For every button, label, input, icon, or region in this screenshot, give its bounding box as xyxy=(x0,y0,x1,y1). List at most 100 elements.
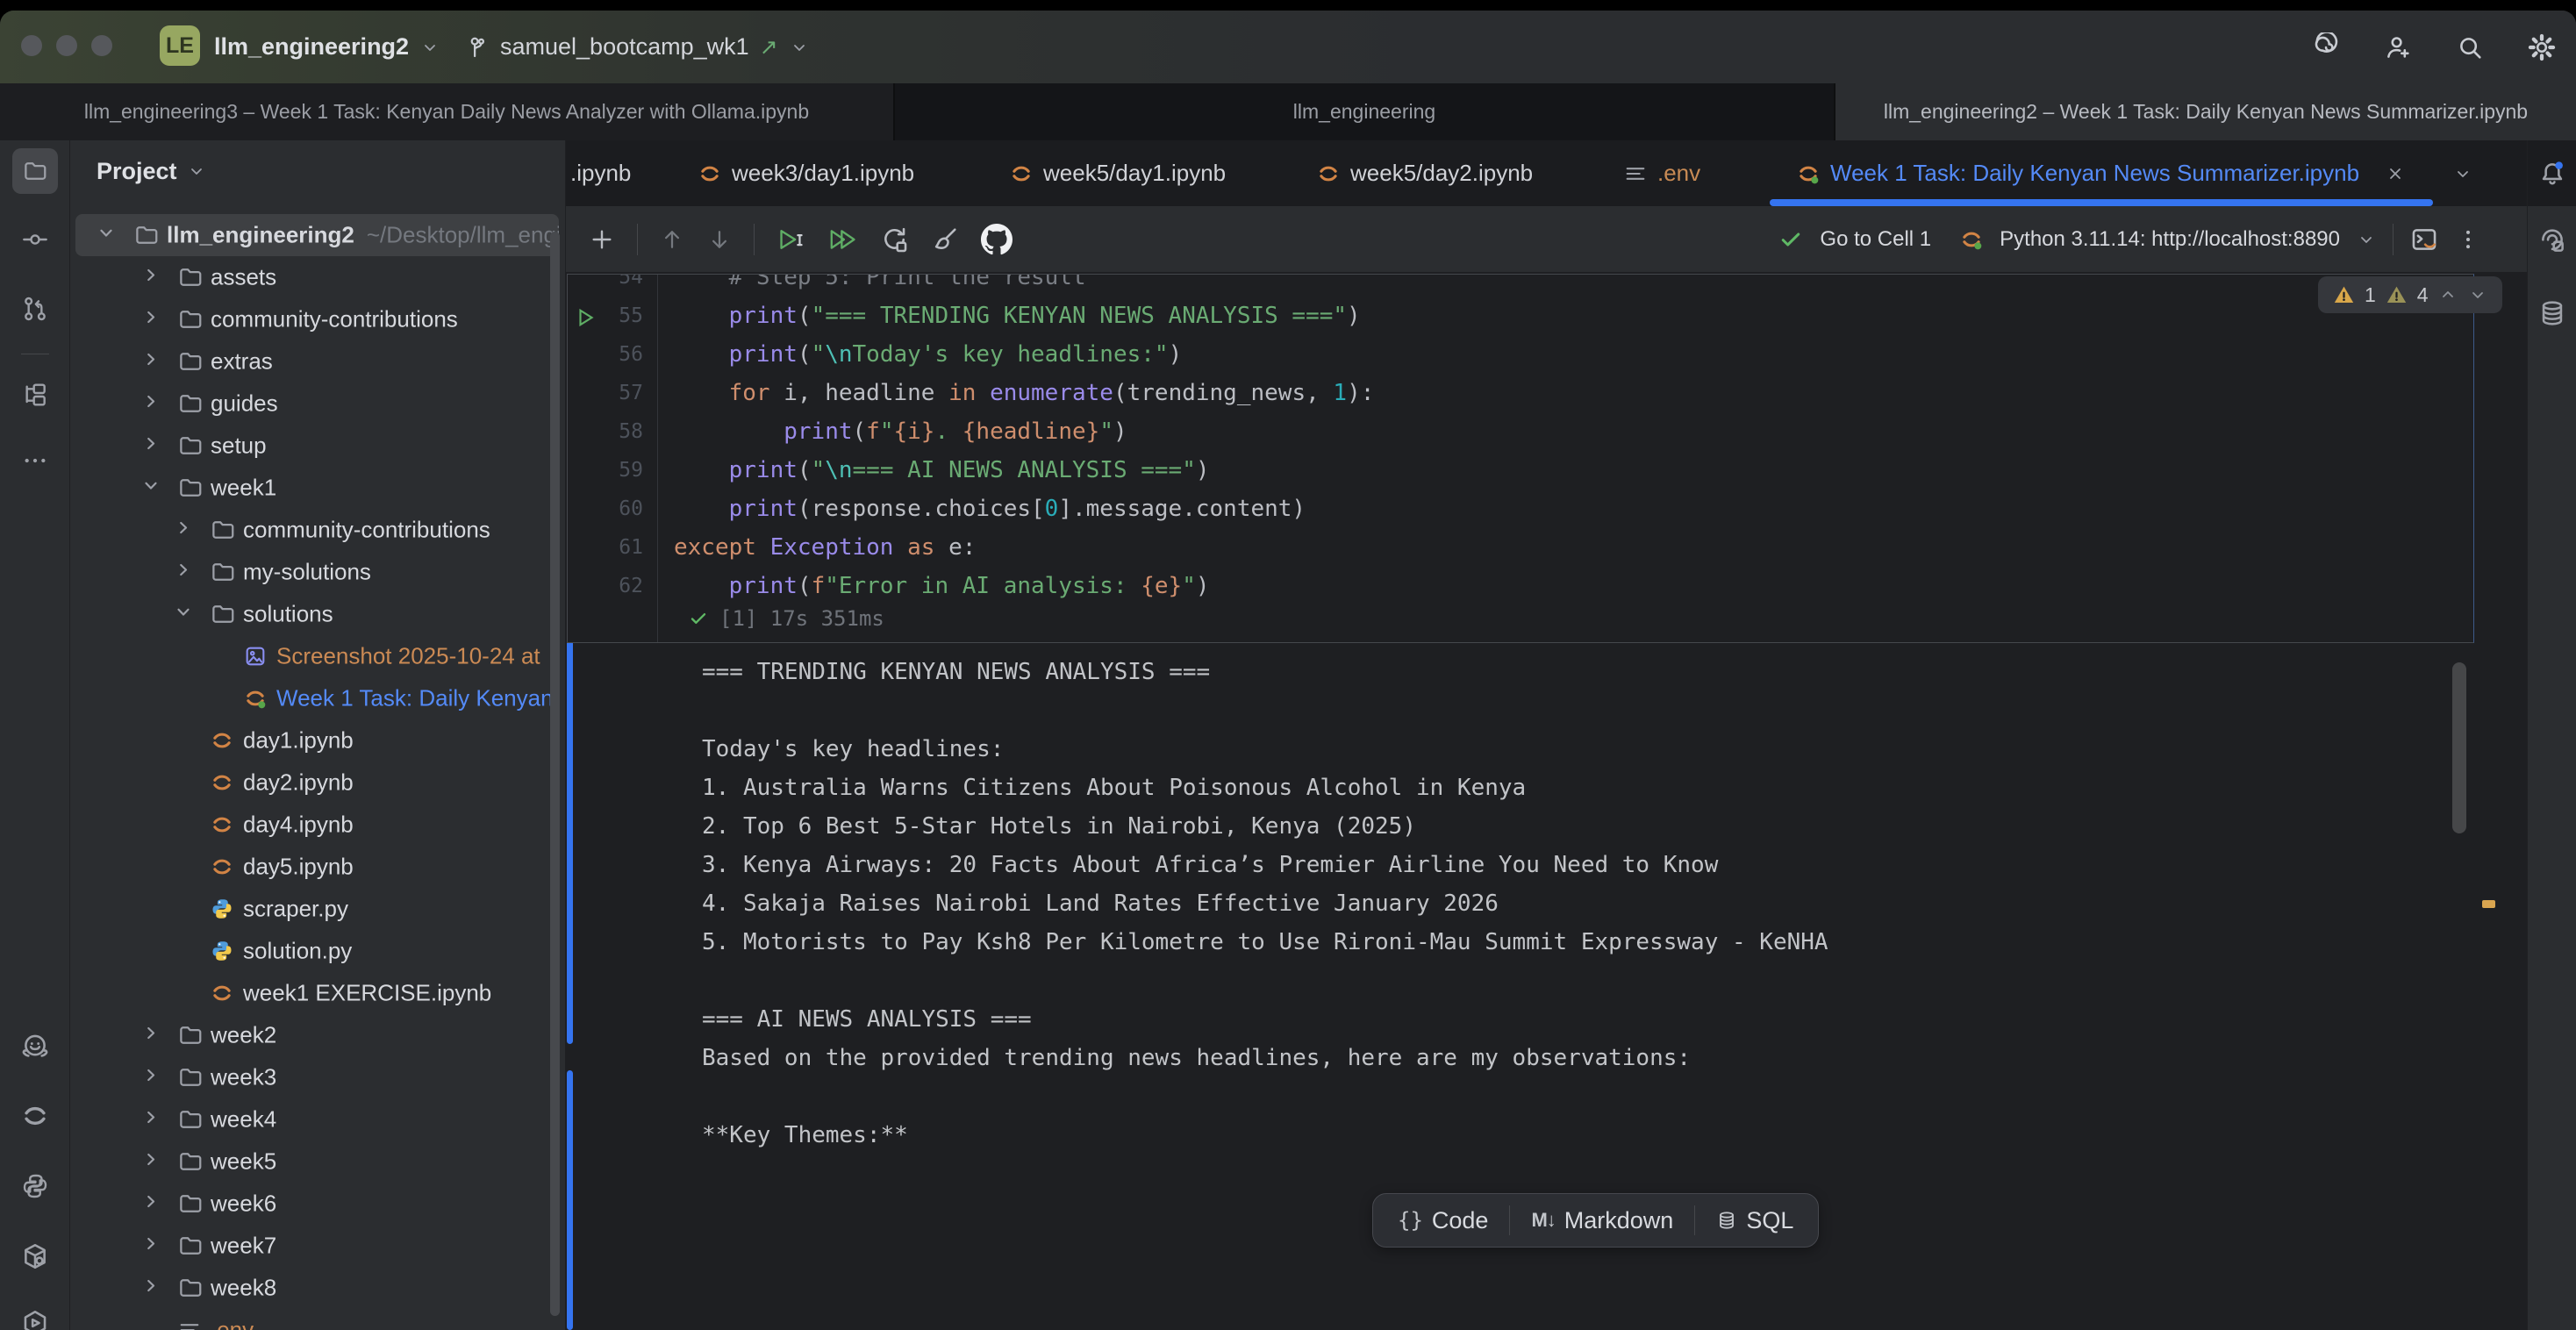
tree-item-day4-ipynb[interactable]: day4.ipynb xyxy=(75,804,559,846)
kebab-menu-icon[interactable] xyxy=(2455,226,2481,253)
editor-tab-week5-day2[interactable]: week5/day2.ipynb xyxy=(1316,140,1533,206)
tree-item-assets[interactable]: assets xyxy=(75,256,559,298)
tree-item-week7[interactable]: week7 xyxy=(75,1225,559,1267)
project-switcher[interactable]: llm_engineering2 xyxy=(214,11,440,83)
project-scrollbar[interactable] xyxy=(550,232,560,1316)
add-sql-cell-button[interactable]: SQL xyxy=(1716,1207,1793,1234)
tree-item-day2-ipynb[interactable]: day2.ipynb xyxy=(75,762,559,804)
services-icon[interactable] xyxy=(20,1308,50,1330)
window-tab-3-active[interactable]: llm_engineering2 – Week 1 Task: Daily Ke… xyxy=(1835,83,2576,140)
github-icon[interactable] xyxy=(981,224,1013,255)
chevron-right-icon[interactable] xyxy=(141,266,161,290)
tab-list-dropdown[interactable] xyxy=(2452,140,2473,206)
chevron-right-icon[interactable] xyxy=(141,1276,161,1300)
notifications-bell-icon[interactable] xyxy=(2537,159,2567,189)
tree-item-my-solutions[interactable]: my-solutions xyxy=(75,551,559,593)
tree-item-week2[interactable]: week2 xyxy=(75,1014,559,1056)
tree-item-day1-ipynb[interactable]: day1.ipynb xyxy=(75,719,559,762)
restart-kernel-button[interactable] xyxy=(879,225,909,254)
chevron-right-icon[interactable] xyxy=(141,1024,161,1048)
commit-icon[interactable] xyxy=(21,225,49,254)
code-with-me-icon[interactable] xyxy=(2383,32,2413,62)
tree-item-scraper-py[interactable]: scraper.py xyxy=(75,888,559,930)
move-cell-down-button[interactable] xyxy=(706,226,733,253)
tree-item-week3[interactable]: week3 xyxy=(75,1056,559,1098)
tree-item-env[interactable]: .env xyxy=(75,1309,559,1330)
branch-switcher[interactable]: samuel_bootcamp_wk1 ↗ xyxy=(463,11,810,83)
settings-gear-icon[interactable] xyxy=(2527,32,2557,62)
structure-icon[interactable] xyxy=(21,381,49,409)
clear-outputs-button[interactable] xyxy=(930,225,960,254)
tree-item-llm-engineering2[interactable]: llm_engineering2~/Desktop/llm_engineerin… xyxy=(75,214,559,256)
hugging-face-icon[interactable] xyxy=(20,1032,50,1062)
run-all-cells-button[interactable] xyxy=(826,225,858,254)
tree-item-guides[interactable]: guides xyxy=(75,383,559,425)
inspections-widget[interactable]: 1 4 xyxy=(2318,276,2502,313)
window-zoom-button[interactable] xyxy=(91,35,112,56)
next-problem-icon[interactable] xyxy=(2467,284,2488,305)
tree-item-community-contributions[interactable]: community-contributions xyxy=(75,509,559,551)
window-tab-1[interactable]: llm_engineering3 – Week 1 Task: Kenyan D… xyxy=(0,83,895,140)
tree-item-week8[interactable]: week8 xyxy=(75,1267,559,1309)
chevron-right-icon[interactable] xyxy=(174,518,193,542)
previous-problem-icon[interactable] xyxy=(2437,284,2458,305)
pull-request-icon[interactable] xyxy=(21,295,49,323)
add-code-cell-button[interactable]: {} Code xyxy=(1398,1207,1488,1234)
kernel-selector[interactable]: Python 3.11.14: http://localhost:8890 xyxy=(2000,227,2340,252)
tree-item-week1[interactable]: week1 xyxy=(75,467,559,509)
tree-item-community-contributions[interactable]: community-contributions xyxy=(75,298,559,340)
window-minimize-button[interactable] xyxy=(56,35,77,56)
code-line-57[interactable]: 57 for i, headline in enumerate(trending… xyxy=(568,374,2473,412)
chevron-right-icon[interactable] xyxy=(174,561,193,584)
ai-assistant-icon[interactable] xyxy=(2311,32,2341,62)
code-line-56[interactable]: 56 print("\nToday's key headlines:") xyxy=(568,335,2473,374)
editor-tab-week5-day1[interactable]: week5/day1.ipynb xyxy=(1009,140,1226,206)
chevron-right-icon[interactable] xyxy=(141,1192,161,1216)
go-to-cell-button[interactable]: Go to Cell 1 xyxy=(1820,227,1931,252)
ai-assistant-tool-icon[interactable] xyxy=(2537,225,2567,255)
tree-item-day5-ipynb[interactable]: day5.ipynb xyxy=(75,846,559,888)
chevron-down-icon[interactable] xyxy=(141,476,161,500)
window-close-button[interactable] xyxy=(21,35,42,56)
code-line-62[interactable]: 62 print(f"Error in AI analysis: {e}") xyxy=(568,567,2473,605)
chevron-right-icon[interactable] xyxy=(141,1066,161,1090)
code-line-54[interactable]: 54 # Step 5: Print the result xyxy=(568,274,2473,297)
run-cell-button[interactable] xyxy=(776,225,805,254)
project-folder-icon[interactable] xyxy=(22,158,48,184)
editor-tab-week3-day1[interactable]: week3/day1.ipynb xyxy=(698,140,914,206)
move-cell-up-button[interactable] xyxy=(659,226,685,253)
chevron-right-icon[interactable] xyxy=(141,1150,161,1174)
chevron-right-icon[interactable] xyxy=(141,1108,161,1132)
tree-item-week1-exercise-ipynb[interactable]: week1 EXERCISE.ipynb xyxy=(75,972,559,1014)
close-icon[interactable] xyxy=(2385,163,2406,184)
chevron-right-icon[interactable] xyxy=(141,434,161,458)
run-line-icon[interactable] xyxy=(575,306,597,329)
tree-item-setup[interactable]: setup xyxy=(75,425,559,467)
code-line-58[interactable]: 58 print(f"{i}. {headline}") xyxy=(568,412,2473,451)
editor-tab-active[interactable]: Week 1 Task: Daily Kenyan News Summarize… xyxy=(1796,140,2406,206)
jupyter-console-icon[interactable] xyxy=(2409,225,2439,254)
project-panel-header[interactable]: Project xyxy=(97,149,207,193)
chevron-right-icon[interactable] xyxy=(141,350,161,374)
code-line-60[interactable]: 60 print(response.choices[0].message.con… xyxy=(568,490,2473,528)
chevron-right-icon[interactable] xyxy=(141,308,161,332)
python-packages-icon[interactable] xyxy=(20,1241,50,1271)
python-console-icon[interactable] xyxy=(21,1172,49,1200)
tree-item-screenshot-2025-10-24-at[interactable]: Screenshot 2025-10-24 at xyxy=(75,635,559,677)
chevron-down-icon[interactable] xyxy=(174,603,193,626)
more-tools-icon[interactable] xyxy=(21,447,49,475)
database-tool-icon[interactable] xyxy=(2537,298,2567,328)
add-markdown-cell-button[interactable]: M↓ Markdown xyxy=(1531,1207,1673,1234)
tree-item-week-1-task-daily-kenyan-news-summarizer-ipynb[interactable]: Week 1 Task: Daily Kenyan News Summarize… xyxy=(75,677,559,719)
tree-item-extras[interactable]: extras xyxy=(75,340,559,383)
code-line-59[interactable]: 59 print("\n=== AI NEWS ANALYSIS ===") xyxy=(568,451,2473,490)
editor-scrollbar[interactable] xyxy=(2452,662,2466,833)
code-line-61[interactable]: 61except Exception as e: xyxy=(568,528,2473,567)
editor-tab-partial[interactable]: .ipynb xyxy=(570,140,631,206)
editor-tab-env[interactable]: .env xyxy=(1623,140,1700,206)
tree-item-solution-py[interactable]: solution.py xyxy=(75,930,559,972)
tree-item-solutions[interactable]: solutions xyxy=(75,593,559,635)
add-cell-button[interactable] xyxy=(588,225,616,254)
search-everywhere-icon[interactable] xyxy=(2455,32,2485,62)
window-tab-2[interactable]: llm_engineering xyxy=(895,83,1835,140)
